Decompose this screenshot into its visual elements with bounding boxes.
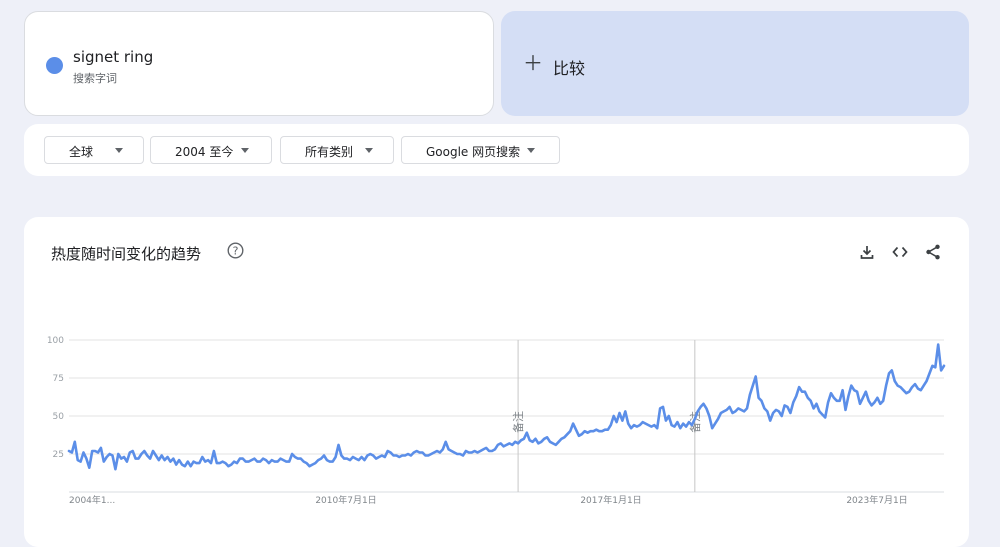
plus-icon: ＋ bbox=[523, 51, 543, 75]
x-tick-label: 2004年1... bbox=[69, 494, 115, 506]
y-tick-label: 50 bbox=[53, 412, 65, 422]
term-color-dot bbox=[46, 57, 63, 74]
search-term-name[interactable]: signet ring bbox=[73, 48, 153, 66]
chevron-down-icon bbox=[115, 148, 123, 153]
annotation-label: 备注 bbox=[511, 411, 525, 433]
x-tick-label: 2023年7月1日 bbox=[846, 494, 907, 506]
x-tick-label: 2010年7月1日 bbox=[315, 494, 376, 506]
time-range-label: 2004 至今 bbox=[175, 145, 234, 159]
trend-chart: 备注 备注 1007550252004年1... 2010年7月1日 2017年1月1… bbox=[47, 336, 946, 506]
category-dropdown[interactable]: 所有类别 bbox=[280, 136, 394, 164]
chevron-down-icon bbox=[527, 148, 535, 153]
chevron-down-icon bbox=[365, 148, 373, 153]
y-tick-label: 100 bbox=[47, 336, 64, 346]
search-term-card[interactable]: signet ring 搜索字词 bbox=[24, 11, 494, 116]
y-tick-label: 25 bbox=[53, 450, 64, 460]
search-type-dropdown[interactable]: Google 网页搜索 bbox=[401, 136, 560, 164]
search-type-label: Google 网页搜索 bbox=[426, 145, 521, 159]
time-range-dropdown[interactable]: 2004 至今 bbox=[150, 136, 272, 164]
filter-bar: 全球 2004 至今 所有类别 Google 网页搜索 bbox=[24, 124, 969, 176]
category-label: 所有类别 bbox=[305, 145, 354, 159]
trend-line bbox=[67, 343, 946, 471]
region-dropdown[interactable]: 全球 bbox=[44, 136, 144, 164]
region-label: 全球 bbox=[69, 145, 94, 159]
x-tick-label: 2017年1月1日 bbox=[580, 494, 641, 506]
y-tick-label: 75 bbox=[53, 374, 64, 384]
chevron-down-icon bbox=[241, 148, 249, 153]
compare-button[interactable]: ＋ 比较 bbox=[501, 11, 969, 116]
search-term-type: 搜索字词 bbox=[73, 72, 117, 85]
interest-over-time-card: 热度随时间变化的趋势 ? 备注 备注 100 75 50 25 2004年1... 2010… bbox=[24, 217, 969, 547]
compare-label: 比较 bbox=[553, 59, 586, 78]
